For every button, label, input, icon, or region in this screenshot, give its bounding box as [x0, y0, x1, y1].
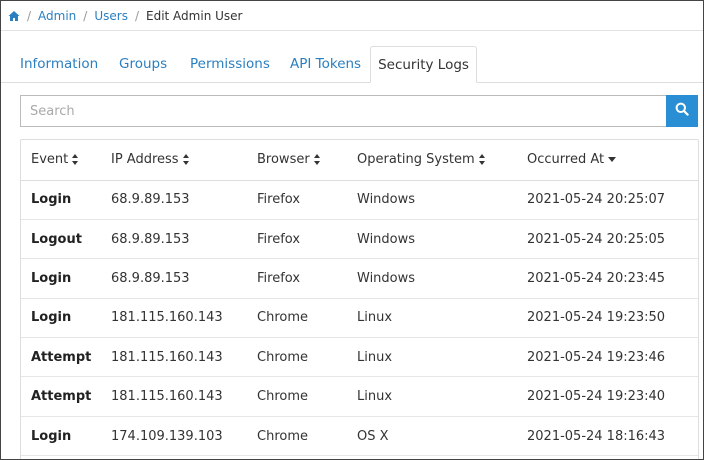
security-logs-table: Event IP Address Browser Operating Syste…	[20, 139, 699, 459]
cell-browser: Chrome	[257, 298, 357, 339]
home-icon[interactable]	[8, 10, 20, 22]
breadcrumb-admin-link[interactable]: Admin	[38, 9, 76, 23]
cell-operating-system: Windows	[357, 180, 527, 220]
cell-ip-address: 181.115.160.143	[111, 337, 257, 378]
cell-event: Attempt	[21, 376, 111, 417]
cell-ip-address: 174.109.139.103	[111, 416, 257, 457]
column-header-ip-address[interactable]: IP Address	[111, 140, 257, 181]
cell-event: Login	[21, 298, 111, 339]
cell-event: Logout	[21, 219, 111, 260]
tab-api-tokens[interactable]: API Tokens	[290, 46, 361, 83]
table-row: Attempt 181.115.160.143 Chrome Linux 202…	[21, 376, 698, 417]
sort-icon	[182, 154, 190, 166]
cell-browser: Chrome	[257, 416, 357, 457]
cell-ip-address: 181.115.160.143	[111, 298, 257, 339]
search-bar	[20, 95, 698, 127]
cell-event: Login	[21, 416, 111, 457]
cell-occurred-at: 2021-05-24 19:23:46	[527, 337, 698, 378]
column-header-label: Operating System	[357, 152, 475, 168]
breadcrumb-users-link[interactable]: Users	[94, 9, 128, 23]
cell-occurred-at: 2021-05-24 19:23:50	[527, 298, 698, 339]
search-icon	[675, 102, 689, 120]
cell-ip-address: 68.9.89.153	[111, 219, 257, 260]
table-row: Login 68.9.89.153 Firefox Windows 2021-0…	[21, 180, 698, 220]
breadcrumb: / Admin / Users / Edit Admin User	[1, 1, 703, 31]
cell-ip-address: 68.9.89.153	[111, 258, 257, 299]
table-row: Login 181.115.160.143 Chrome Linux 2021-…	[21, 298, 698, 339]
cell-occurred-at: 2021-05-24 18:16:43	[527, 416, 698, 457]
column-header-label: Browser	[257, 152, 310, 168]
tab-information[interactable]: Information	[20, 46, 98, 83]
cell-browser: Chrome	[257, 337, 357, 378]
column-header-occurred-at[interactable]: Occurred At	[527, 140, 698, 181]
cell-ip-address: 68.9.89.153	[111, 180, 257, 220]
cell-occurred-at: 2021-05-24 20:23:45	[527, 258, 698, 299]
table-row: Login 174.109.139.103 Chrome OS X 2021-0…	[21, 416, 698, 457]
cell-operating-system: Windows	[357, 219, 527, 260]
cell-event: Login	[21, 258, 111, 299]
tab-bar: Information Groups Permissions API Token…	[1, 46, 703, 83]
breadcrumb-current: Edit Admin User	[146, 8, 243, 23]
sort-desc-icon	[608, 157, 617, 163]
table-row: Attempt 181.115.160.143 Chrome Linux 202…	[21, 337, 698, 378]
table-row: Login 68.9.89.153 Firefox Windows 2021-0…	[21, 258, 698, 299]
column-header-operating-system[interactable]: Operating System	[357, 140, 527, 181]
cell-event: Attempt	[21, 337, 111, 378]
app-frame: / Admin / Users / Edit Admin User Inform…	[0, 0, 704, 460]
column-header-label: Event	[31, 152, 69, 168]
search-button[interactable]	[666, 95, 698, 127]
tab-permissions[interactable]: Permissions	[190, 46, 270, 83]
breadcrumb-separator: /	[83, 8, 88, 23]
cell-browser: Chrome	[257, 376, 357, 417]
cell-operating-system: Windows	[357, 258, 527, 299]
cell-occurred-at: 2021-05-24 20:25:07	[527, 180, 698, 220]
column-header-label: Occurred At	[527, 152, 605, 168]
breadcrumb-separator: /	[134, 8, 139, 23]
sort-icon	[478, 154, 486, 166]
sort-icon	[313, 154, 321, 166]
cell-browser: Firefox	[257, 219, 357, 260]
table-header-row: Event IP Address Browser Operating Syste…	[21, 140, 698, 181]
cell-occurred-at: 2021-05-24 20:25:05	[527, 219, 698, 260]
sort-icon	[72, 154, 79, 166]
breadcrumb-separator: /	[27, 8, 32, 23]
cell-browser: Firefox	[257, 258, 357, 299]
cell-operating-system: Linux	[357, 337, 527, 378]
cell-ip-address: 181.115.160.143	[111, 376, 257, 417]
cell-operating-system: Linux	[357, 298, 527, 339]
search-input[interactable]	[20, 95, 667, 127]
column-header-label: IP Address	[111, 152, 179, 168]
cell-event: Login	[21, 180, 111, 220]
table-row: Logout 68.9.89.153 Firefox Windows 2021-…	[21, 219, 698, 260]
tab-groups[interactable]: Groups	[119, 46, 167, 83]
column-header-browser[interactable]: Browser	[257, 140, 357, 181]
cell-browser: Firefox	[257, 180, 357, 220]
cell-operating-system: Linux	[357, 376, 527, 417]
tab-security-logs[interactable]: Security Logs	[370, 46, 477, 83]
cell-occurred-at: 2021-05-24 19:23:40	[527, 376, 698, 417]
column-header-event[interactable]: Event	[21, 140, 111, 181]
cell-operating-system: OS X	[357, 416, 527, 457]
